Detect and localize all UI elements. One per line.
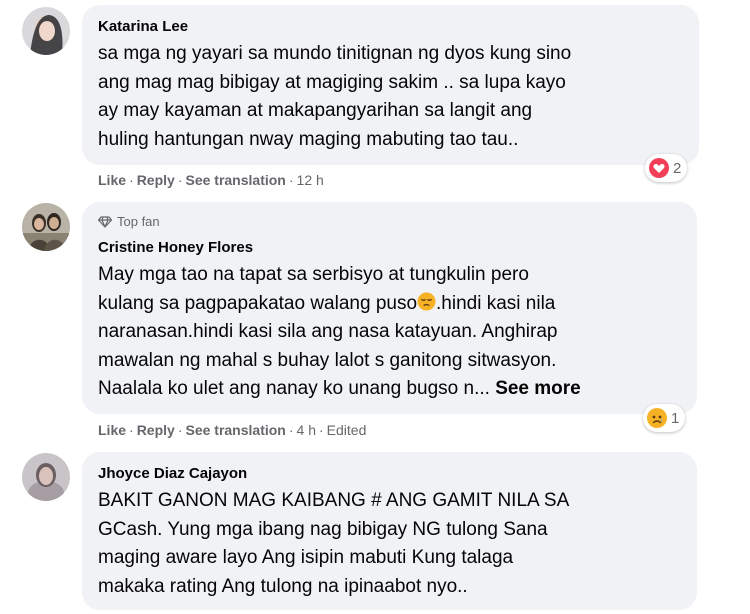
reply-button[interactable]: Reply <box>137 172 175 188</box>
reply-button[interactable]: Reply <box>137 422 175 438</box>
comment-line: maging aware layo Ang isipin mabuti Kung… <box>98 547 514 568</box>
see-translation-button[interactable]: See translation <box>185 422 285 438</box>
avatar[interactable] <box>22 7 70 55</box>
comment-line: sa mga ng yayari sa mundo tinitignan ng … <box>98 43 572 64</box>
comment-line: mawalan ng mahal s buhay lalot s ganiton… <box>98 349 557 371</box>
comment-line: May mga tao na tapat sa serbisyo at tung… <box>98 264 529 285</box>
comment-line: ang mag mag bibigay at magiging sakim ..… <box>98 71 566 93</box>
reaction-count-value: 2 <box>673 159 682 177</box>
comment-bubble: Katarina Lee sa mga ng yayari sa mundo t… <box>82 5 699 165</box>
diamond-icon <box>98 215 112 228</box>
like-button[interactable]: Like <box>98 172 126 188</box>
comment-line: Naalala ko ulet ang nanay ko unang bugso… <box>98 378 581 399</box>
comment-timestamp[interactable]: 4 h <box>297 422 316 438</box>
edited-label: Edited <box>326 422 367 438</box>
heart-reaction-icon <box>649 158 669 178</box>
comment-bubble: Top fan Cristine Honey Flores May mga ta… <box>82 202 697 414</box>
pensive-face-emoji-icon <box>417 291 436 311</box>
reaction-count[interactable]: 1 <box>643 404 686 432</box>
comment-text: sa mga ng yayari sa mundo tinitignan ng … <box>98 40 571 154</box>
comment-line: ay may kayaman at makapangyarihan sa lan… <box>98 100 533 121</box>
comment-line: kulang sa pagpapakatao walang puso .hindi… <box>98 291 556 314</box>
comment-line: makaka rating Ang tulong na ipinaabot ny… <box>98 575 468 597</box>
see-more-link[interactable]: See more <box>495 378 581 399</box>
comment-bubble: Jhoyce Diaz Cajayon BAKIT GANON MAG KAIB… <box>82 452 697 610</box>
top-fan-badge: Top fan <box>98 214 160 229</box>
comment-line: GCash. Yung mga ibang nag bibigay NG tul… <box>98 518 548 540</box>
comment-actions: Like · Reply · See translation · 4 h · Edited <box>98 422 367 438</box>
comment-actions: Like · Reply · See translation · 12 h <box>98 172 324 188</box>
reaction-count-value: 1 <box>671 409 680 427</box>
comment-author[interactable]: Cristine Honey Flores <box>98 239 253 256</box>
avatar[interactable] <box>22 453 70 501</box>
comment-line: naranasan.hindi kasi sila ang nasa katay… <box>98 321 558 342</box>
comment-line: huling hantungan nway maging mabuting ta… <box>98 128 519 150</box>
comment-timestamp[interactable]: 12 h <box>297 172 324 188</box>
avatar[interactable] <box>22 203 70 251</box>
see-translation-button[interactable]: See translation <box>185 172 285 188</box>
comment-text: May mga tao na tapat sa serbisyo at tung… <box>98 261 581 404</box>
like-button[interactable]: Like <box>98 422 126 438</box>
sad-reaction-icon <box>647 408 667 428</box>
reaction-count[interactable]: 2 <box>645 154 688 182</box>
comment-author[interactable]: Katarina Lee <box>98 18 188 35</box>
comment-line: BAKIT GANON MAG KAIBANG # ANG GAMIT NILA… <box>98 490 570 511</box>
comment-author[interactable]: Jhoyce Diaz Cajayon <box>98 465 247 482</box>
comment-text: BAKIT GANON MAG KAIBANG # ANG GAMIT NILA… <box>98 487 569 601</box>
top-fan-label: Top fan <box>117 214 160 229</box>
